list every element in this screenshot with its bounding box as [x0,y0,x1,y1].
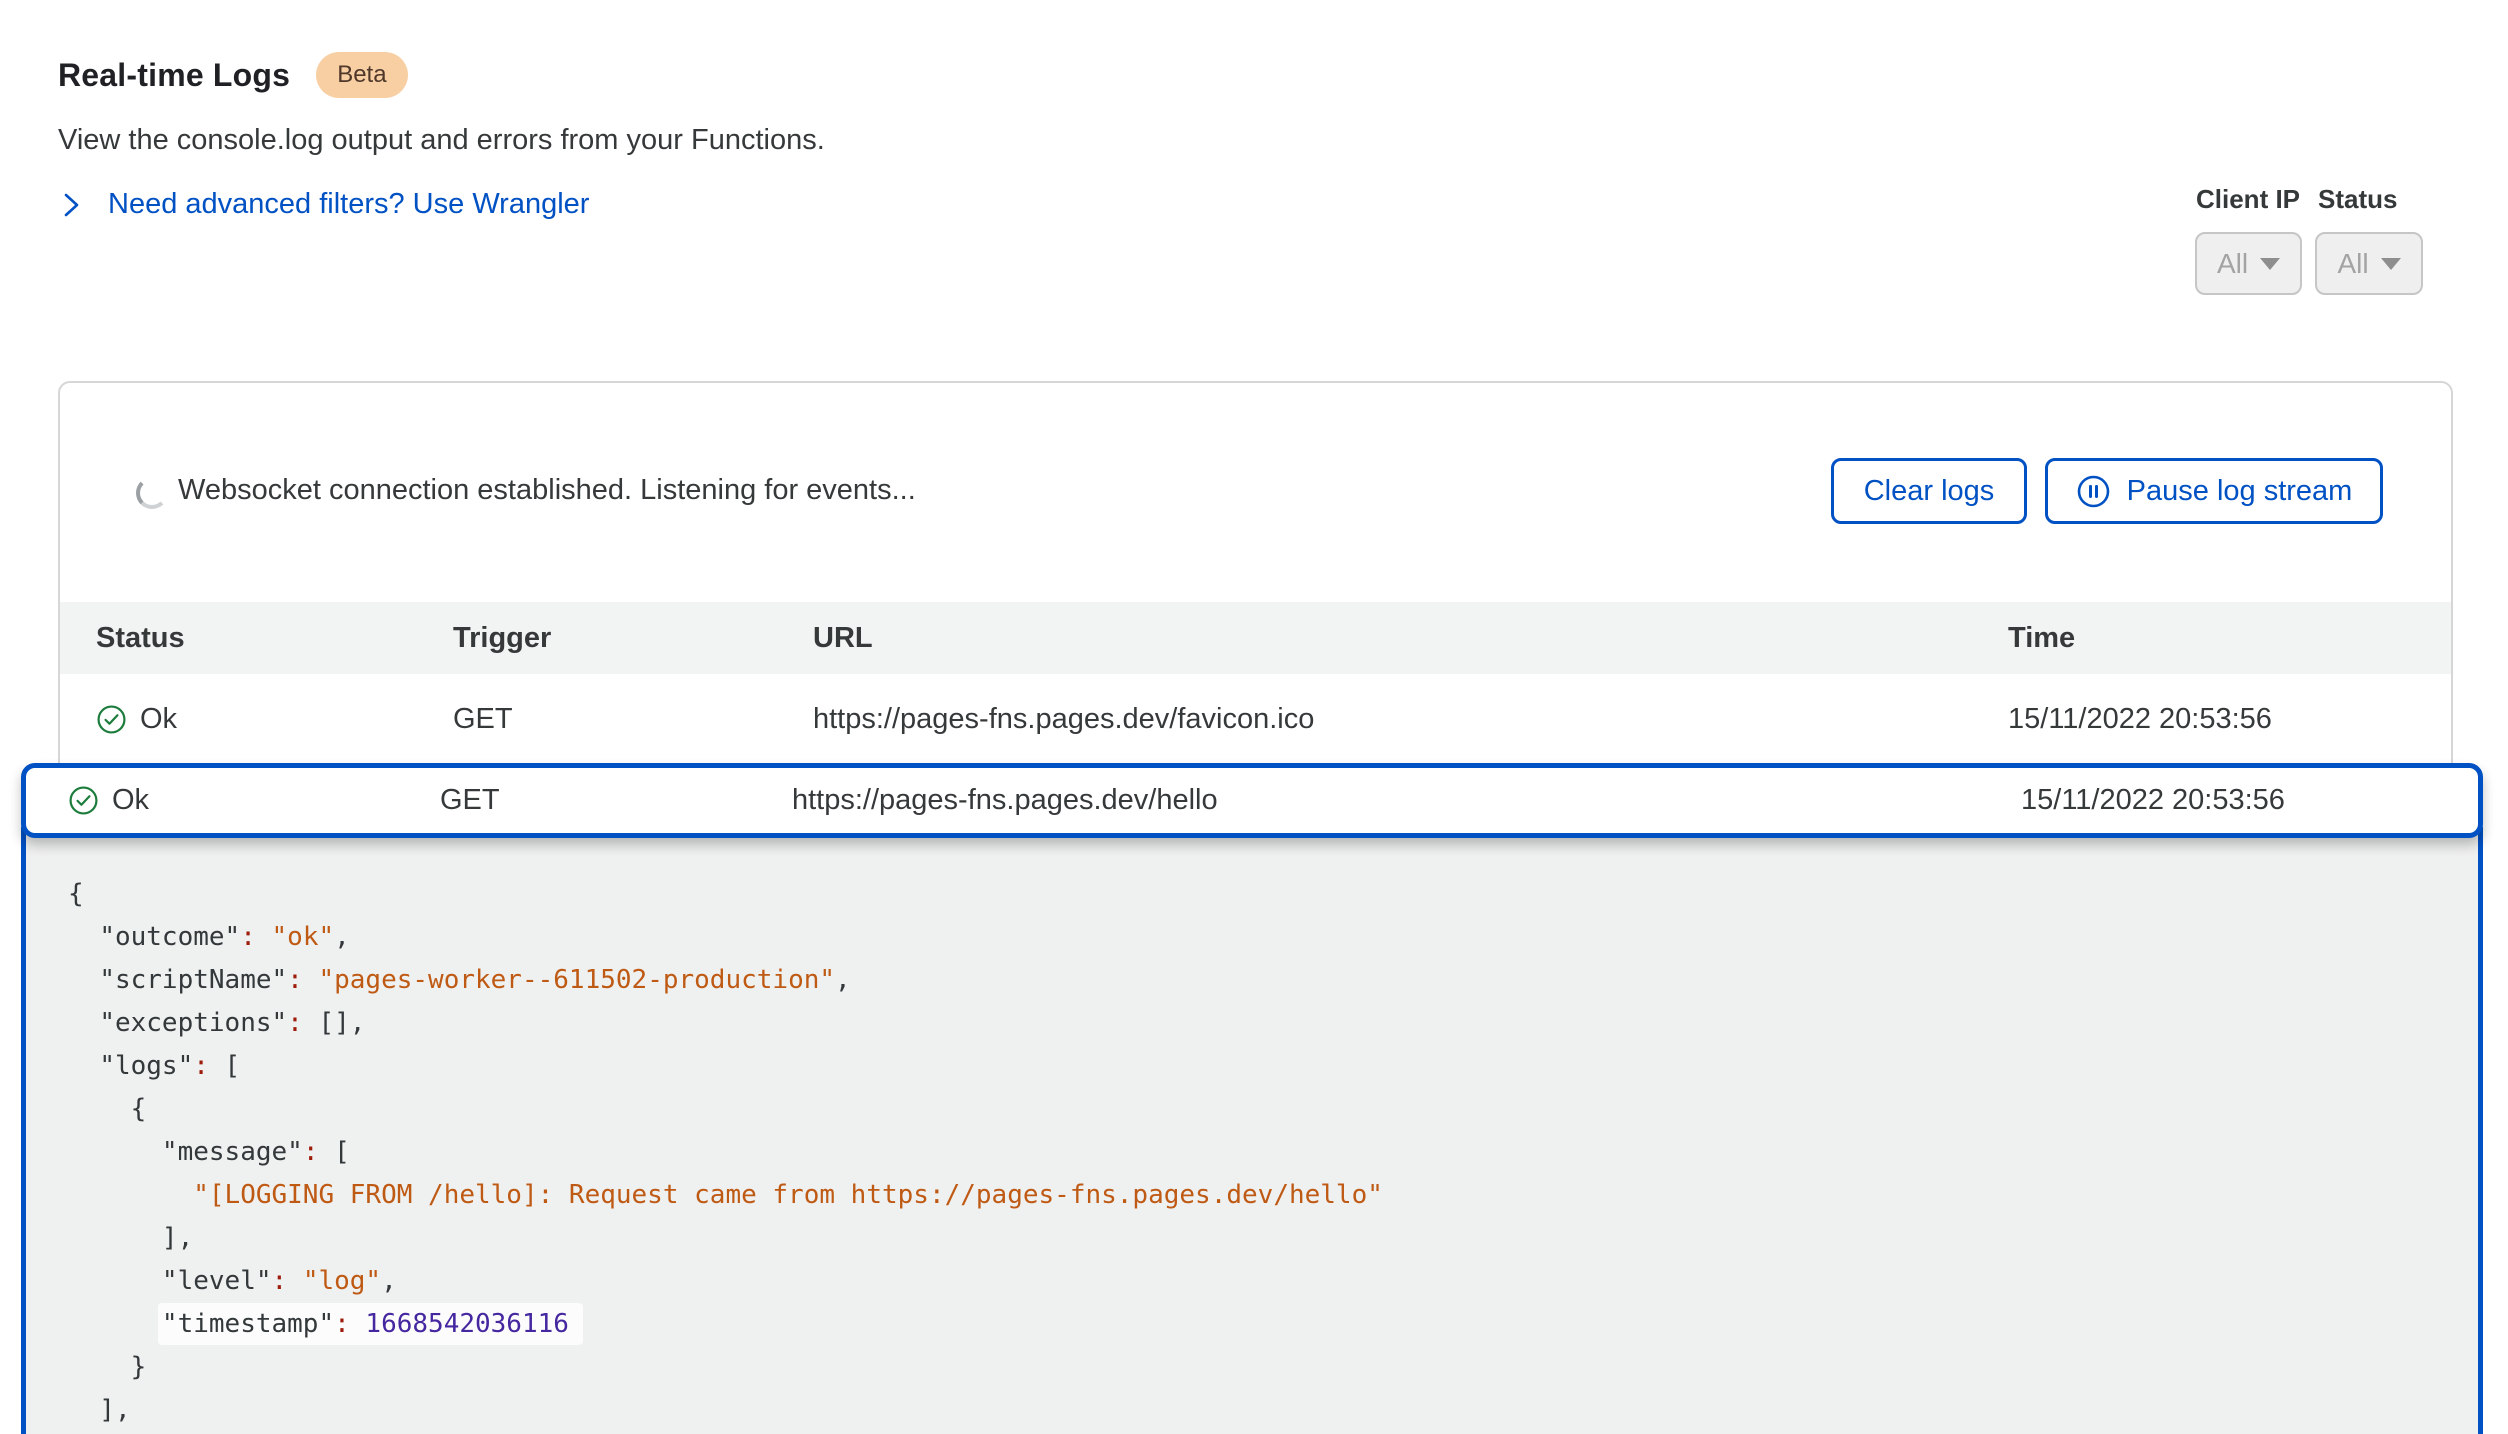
json-line: "scriptName": "pages-worker--611502-prod… [68,959,2448,1002]
column-header-time: Time [2008,622,2451,655]
success-check-icon [96,704,127,735]
status-cell: Ok [26,784,440,817]
column-header-trigger: Trigger [453,622,813,655]
trigger-cell: GET [453,703,813,736]
page-header: Real-time Logs Beta [58,52,408,98]
client-ip-label: Client IP [2196,184,2300,215]
expanded-log-entry: Ok GET https://pages-fns.pages.dev/hello… [21,763,2483,1434]
url-cell: https://pages-fns.pages.dev/favicon.ico [813,703,2008,736]
json-line: "outcome": "ok", [68,916,2448,959]
column-header-status: Status [60,622,453,655]
url-cell: https://pages-fns.pages.dev/hello [792,784,2021,817]
status-value: Ok [140,703,177,736]
spinner-icon [136,477,168,509]
table-body: Ok GET https://pages-fns.pages.dev/favic… [60,674,2451,765]
json-line: "message": [ [68,1131,2448,1174]
json-line: "exceptions": [], [68,1002,2448,1045]
column-header-url: URL [813,622,2008,655]
caret-down-icon [2260,258,2280,270]
connection-status-text: Websocket connection established. Listen… [178,458,916,522]
time-cell: 15/11/2022 20:53:56 [2008,703,2451,736]
clear-logs-button[interactable]: Clear logs [1831,458,2027,524]
status-cell: Ok [60,703,453,736]
pause-log-stream-button[interactable]: Pause log stream [2045,458,2383,524]
trigger-cell: GET [440,784,792,817]
status-dropdown[interactable]: All [2315,232,2423,295]
clear-logs-label: Clear logs [1864,475,1995,508]
json-line: "[LOGGING FROM /hello]: Request came fro… [68,1174,2448,1217]
page-title: Real-time Logs [58,57,290,94]
caret-down-icon [2381,258,2401,270]
json-line: { [68,873,2448,916]
table-header: Status Trigger URL Time [60,602,2451,674]
success-check-icon [68,785,99,816]
json-line: { [68,1088,2448,1131]
wrangler-link-label: Need advanced filters? Use Wrangler [108,188,589,221]
table-row[interactable]: Ok GET https://pages-fns.pages.dev/favic… [60,674,2451,765]
client-ip-dropdown-value: All [2217,248,2248,280]
chevron-right-icon [58,189,84,221]
pause-icon [2076,474,2111,509]
json-line: "timestamp": 1668542036116 [68,1303,2448,1346]
status-filter-label: Status [2318,184,2397,215]
json-line: ], [68,1217,2448,1260]
page-description: View the console.log output and errors f… [58,124,825,157]
status-value: Ok [112,784,149,817]
time-cell: 15/11/2022 20:53:56 [2021,784,2478,817]
realtime-logs-page: Real-time Logs Beta View the console.log… [0,0,2508,1434]
status-dropdown-value: All [2337,248,2368,280]
beta-badge: Beta [316,52,407,98]
log-detail-json: { "outcome": "ok", "scriptName": "pages-… [26,827,2478,1432]
logs-toolbar: Websocket connection established. Listen… [60,383,2451,602]
json-line: ], [68,1389,2448,1432]
json-line: "logs": [ [68,1045,2448,1088]
wrangler-link[interactable]: Need advanced filters? Use Wrangler [58,188,589,221]
client-ip-dropdown[interactable]: All [2195,232,2302,295]
pause-log-stream-label: Pause log stream [2127,475,2353,508]
expanded-log-row[interactable]: Ok GET https://pages-fns.pages.dev/hello… [21,763,2483,838]
log-detail-body: { "outcome": "ok", "scriptName": "pages-… [21,827,2483,1434]
json-line: } [68,1346,2448,1389]
json-line: "level": "log", [68,1260,2448,1303]
